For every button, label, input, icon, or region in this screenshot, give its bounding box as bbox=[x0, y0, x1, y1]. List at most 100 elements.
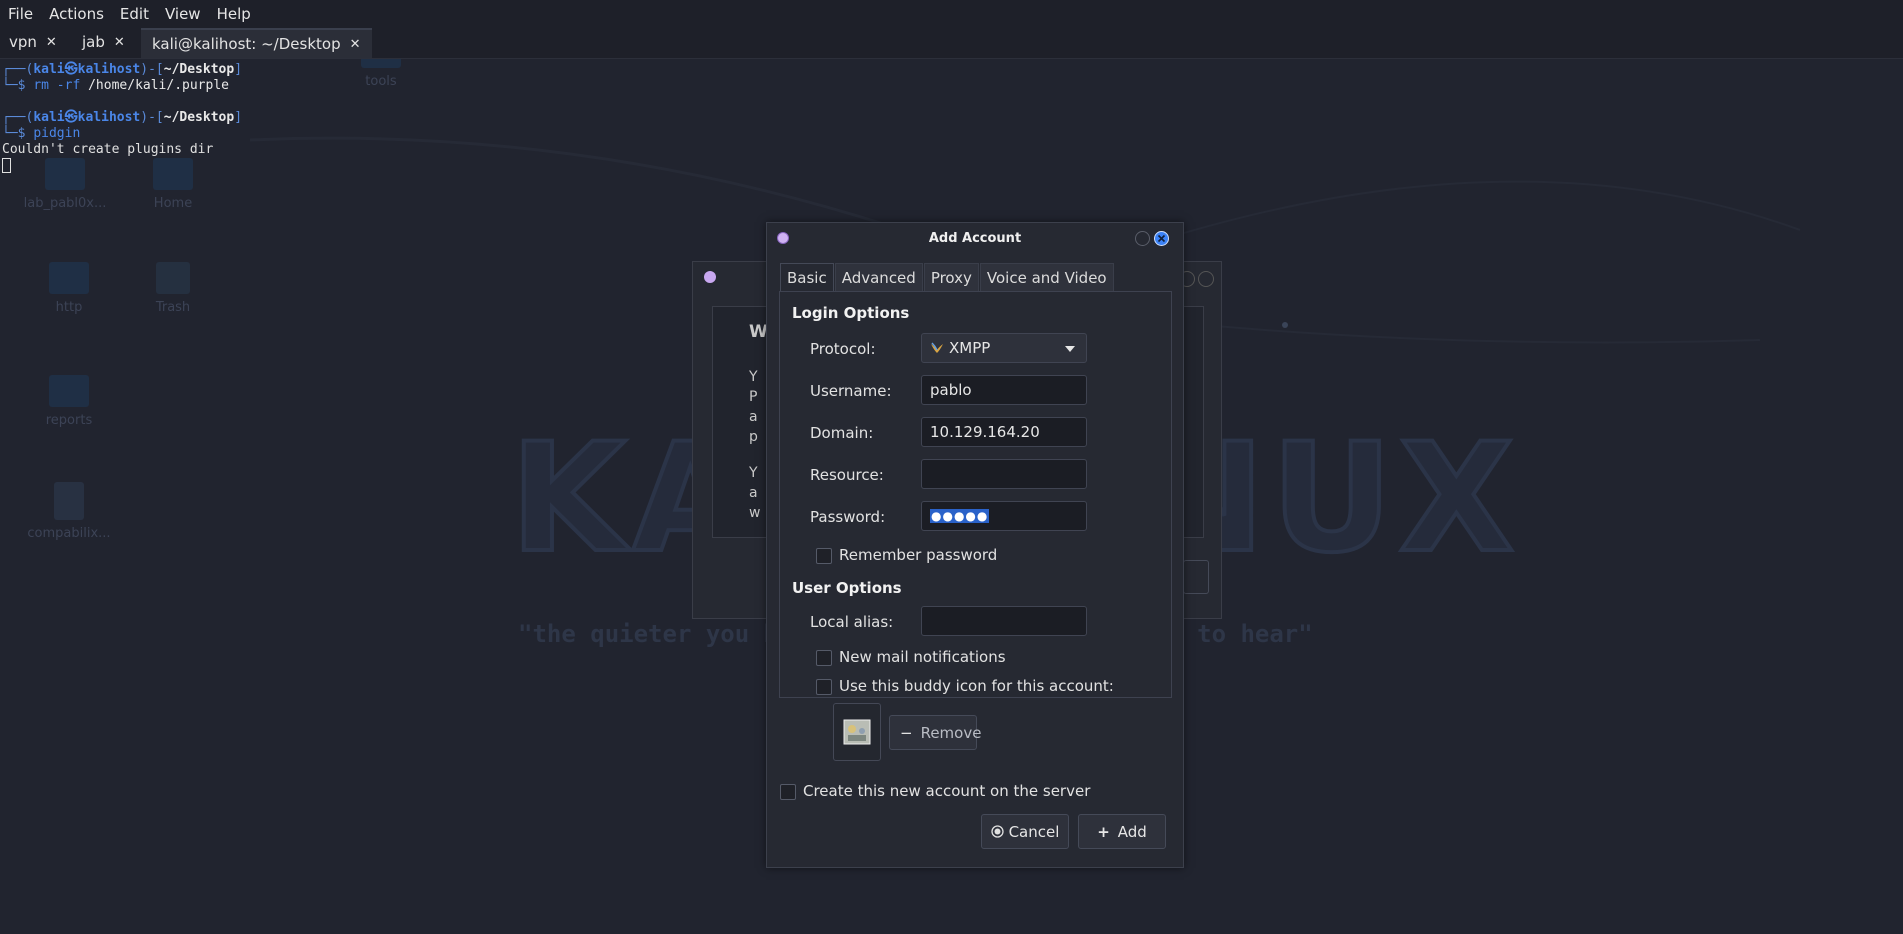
protocol-select[interactable]: XMPP bbox=[921, 333, 1087, 363]
desktop-icon-label: lab_pabl0x... bbox=[23, 196, 107, 211]
domain-label: Domain: bbox=[810, 424, 874, 442]
tab-advanced[interactable]: Advanced bbox=[834, 263, 923, 292]
pidgin-icon bbox=[704, 271, 716, 283]
cancel-icon bbox=[990, 825, 1004, 838]
close-icon[interactable]: ✕ bbox=[114, 35, 125, 50]
minus-icon: − bbox=[900, 723, 913, 742]
desktop-icon-http[interactable]: http bbox=[24, 262, 114, 315]
behind-button[interactable] bbox=[1183, 560, 1209, 594]
welcome-letter: a bbox=[749, 485, 758, 501]
add-account-dialog: Add Account Basic Advanced Proxy Voice a… bbox=[766, 222, 1184, 868]
command-output: Couldn't create plugins dir bbox=[2, 142, 214, 157]
prompt-user: kali bbox=[33, 110, 65, 125]
menu-help[interactable]: Help bbox=[209, 5, 259, 23]
dialog-titlebar[interactable]: Add Account bbox=[767, 223, 1183, 255]
tab-vpn[interactable]: vpn ✕ bbox=[9, 28, 57, 56]
welcome-letter: Y bbox=[749, 369, 758, 385]
new-mail-label[interactable]: New mail notifications bbox=[839, 648, 1006, 666]
desktop-icon-label: tools bbox=[365, 74, 397, 89]
password-label: Password: bbox=[810, 508, 886, 526]
buddy-icon-checkbox[interactable] bbox=[816, 679, 832, 695]
tab-label: vpn bbox=[9, 33, 37, 51]
password-value: ●●●●● bbox=[930, 509, 990, 523]
folder-icon bbox=[49, 375, 89, 407]
protocol-label: Protocol: bbox=[810, 340, 876, 358]
user-options-heading: User Options bbox=[792, 579, 902, 597]
tab-voice-video[interactable]: Voice and Video bbox=[979, 263, 1114, 292]
tab-basic[interactable]: Basic bbox=[780, 263, 834, 292]
minimize-button[interactable] bbox=[1135, 231, 1150, 246]
prompt-user: kali bbox=[33, 62, 65, 77]
buddy-icon-label[interactable]: Use this buddy icon for this account: bbox=[839, 677, 1114, 695]
prompt-frame: ┌──( bbox=[2, 62, 34, 77]
command-args: -rf bbox=[48, 78, 89, 93]
menu-file[interactable]: File bbox=[0, 5, 41, 23]
remember-password-label[interactable]: Remember password bbox=[839, 546, 997, 564]
welcome-letter: W bbox=[749, 322, 768, 342]
create-account-label[interactable]: Create this new account on the server bbox=[803, 782, 1090, 800]
local-alias-label: Local alias: bbox=[810, 613, 894, 631]
file-icon bbox=[54, 482, 84, 520]
plus-icon: + bbox=[1097, 822, 1110, 841]
desktop-icon-reports[interactable]: reports bbox=[24, 375, 114, 428]
login-options-heading: Login Options bbox=[792, 304, 910, 322]
command: pidgin bbox=[33, 126, 81, 141]
tab-proxy[interactable]: Proxy bbox=[923, 263, 979, 292]
close-button[interactable] bbox=[1154, 231, 1169, 246]
username-field[interactable]: pablo bbox=[921, 375, 1087, 405]
prompt-at: ㉿ bbox=[64, 110, 78, 125]
desktop-icon-file[interactable]: compabilix... bbox=[24, 482, 114, 541]
resource-label: Resource: bbox=[810, 466, 884, 484]
cancel-button[interactable]: Cancel bbox=[981, 814, 1069, 849]
prompt-dir: ~/Desktop bbox=[163, 110, 235, 125]
terminal-cursor bbox=[2, 158, 11, 173]
menu-view[interactable]: View bbox=[157, 5, 209, 23]
username-label: Username: bbox=[810, 382, 892, 400]
close-icon[interactable]: ✕ bbox=[46, 35, 57, 50]
local-alias-field[interactable] bbox=[921, 606, 1087, 636]
prompt-at: ㉿ bbox=[64, 62, 78, 77]
password-field[interactable]: ●●●●● bbox=[921, 501, 1087, 531]
menubar: File Actions Edit View Help bbox=[0, 0, 1903, 27]
terminal-tabbar: vpn ✕ jab ✕ kali@kalihost: ~/Desktop ✕ bbox=[0, 27, 1903, 59]
desktop-icon-trash[interactable]: Trash bbox=[128, 262, 218, 315]
close-icon bbox=[1157, 234, 1166, 243]
resource-field[interactable] bbox=[921, 459, 1087, 489]
close-icon[interactable]: ✕ bbox=[350, 37, 361, 52]
buddy-image-icon bbox=[843, 719, 871, 745]
chevron-down-icon bbox=[1065, 346, 1075, 352]
remember-password-checkbox[interactable] bbox=[816, 548, 832, 564]
prompt-dir: ~/Desktop bbox=[163, 62, 235, 77]
buddy-icon-button[interactable] bbox=[833, 703, 881, 761]
new-mail-checkbox[interactable] bbox=[816, 650, 832, 666]
remove-label: Remove bbox=[920, 723, 982, 742]
remove-button: − Remove bbox=[889, 715, 981, 750]
desktop-icon-label: reports bbox=[45, 413, 93, 428]
welcome-letter: Y bbox=[749, 465, 758, 481]
welcome-letter: w bbox=[749, 505, 761, 521]
menu-edit[interactable]: Edit bbox=[112, 5, 157, 23]
window-button[interactable] bbox=[1198, 271, 1214, 287]
domain-field[interactable]: 10.129.164.20 bbox=[921, 417, 1087, 447]
dialog-tabs: Basic Advanced Proxy Voice and Video bbox=[780, 263, 1115, 292]
command-path: /home/kali/.purple bbox=[88, 78, 229, 93]
menu-actions[interactable]: Actions bbox=[41, 5, 112, 23]
welcome-letter: P bbox=[749, 389, 758, 405]
welcome-letter: a bbox=[749, 409, 758, 425]
desktop-icon-label: compabilix... bbox=[27, 526, 111, 541]
xmpp-icon bbox=[931, 342, 943, 353]
add-label: Add bbox=[1117, 822, 1147, 841]
tab-desktop[interactable]: kali@kalihost: ~/Desktop ✕ bbox=[141, 28, 372, 58]
welcome-letter: p bbox=[749, 429, 758, 445]
tab-label: jab bbox=[82, 33, 105, 51]
cancel-label: Cancel bbox=[1008, 822, 1060, 841]
desktop-icon-label: Home bbox=[153, 196, 193, 211]
terminal-output[interactable]: ┌──(kali㉿kalihost)-[~/Desktop] └─$ rm -r… bbox=[2, 62, 242, 176]
command: rm bbox=[33, 78, 49, 93]
dialog-title: Add Account bbox=[928, 231, 1022, 246]
add-button[interactable]: + Add bbox=[1078, 814, 1166, 849]
tab-jab[interactable]: jab ✕ bbox=[82, 28, 125, 56]
tab-label: kali@kalihost: ~/Desktop bbox=[152, 35, 341, 53]
create-account-checkbox[interactable] bbox=[780, 784, 796, 800]
folder-icon bbox=[49, 262, 89, 294]
